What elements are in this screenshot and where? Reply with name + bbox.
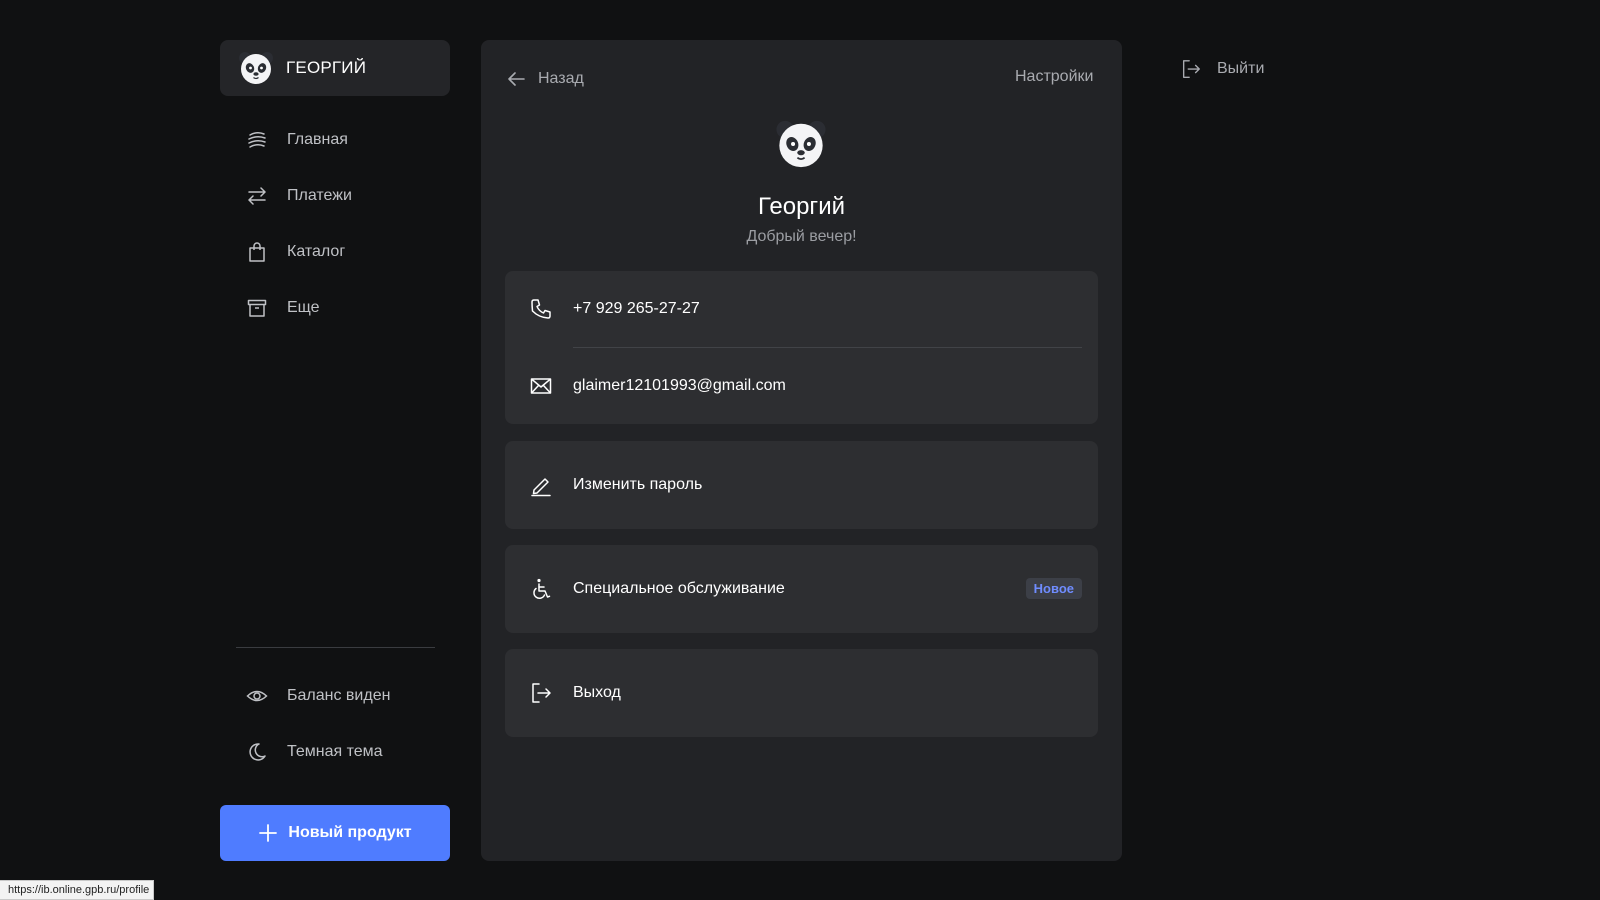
mail-icon: [530, 378, 552, 394]
home-waves-icon: [248, 131, 266, 148]
panda-avatar-icon: [776, 120, 826, 168]
dark-theme-toggle[interactable]: Темная тема: [220, 724, 450, 780]
panda-avatar-icon: [239, 52, 273, 84]
logout-icon: [1182, 60, 1200, 78]
sidebar-item-payments[interactable]: Платежи: [220, 168, 450, 224]
shopping-bag-icon: [249, 242, 265, 262]
greeting-text: Добрый вечер!: [746, 228, 857, 245]
new-product-label: Новый продукт: [288, 824, 412, 841]
logout-icon: [532, 683, 551, 703]
new-product-button[interactable]: Новый продукт: [220, 805, 450, 861]
logout-button[interactable]: Выйти: [1180, 56, 1264, 82]
balance-visibility-toggle[interactable]: Баланс виден: [220, 668, 450, 724]
special-service-card: Специальное обслуживание Новое: [505, 545, 1098, 633]
accessibility-wheelchair-icon: [533, 578, 551, 599]
new-badge: Новое: [1025, 578, 1082, 599]
sidebar-item-home[interactable]: Главная: [220, 112, 450, 168]
user-profile-chip[interactable]: ГЕОРГИЙ: [220, 40, 450, 96]
phone-icon: [531, 299, 551, 319]
logout-label: Выйти: [1217, 60, 1265, 77]
sidebar-item-label: Главная: [287, 131, 348, 148]
change-password-label: Изменить пароль: [573, 476, 703, 493]
user-name: ГЕОРГИЙ: [286, 58, 367, 77]
contacts-card: +7 929 265-27-27 glaimer12101993@gmail.c…: [505, 271, 1098, 424]
special-service-label: Специальное обслуживание: [573, 580, 785, 597]
exit-button[interactable]: Выход: [505, 649, 1098, 737]
settings-link[interactable]: Настройки: [1015, 68, 1093, 86]
special-service-button[interactable]: Специальное обслуживание: [505, 545, 1098, 633]
email-row[interactable]: glaimer12101993@gmail.com: [505, 348, 1098, 424]
sidebar-item-label: Платежи: [287, 187, 352, 204]
change-password-card: Изменить пароль: [505, 441, 1098, 529]
arrow-left-icon: [508, 72, 525, 86]
eye-icon: [246, 690, 268, 702]
back-button[interactable]: Назад: [506, 66, 584, 92]
archive-box-icon: [247, 299, 267, 317]
pencil-icon: [531, 478, 551, 497]
status-bar-url: https://ib.online.gpb.ru/profile: [0, 880, 155, 900]
phone-value: +7 929 265-27-27: [573, 300, 700, 317]
sidebar-toggle-label: Темная тема: [287, 743, 383, 760]
phone-row[interactable]: +7 929 265-27-27: [505, 271, 1098, 347]
sidebar-divider: [236, 647, 435, 648]
sidebar-item-label: Каталог: [287, 243, 346, 260]
exit-card: Выход: [505, 649, 1098, 737]
profile-name: Георгий: [758, 193, 845, 220]
sidebar-item-label: Еще: [287, 299, 320, 316]
sidebar-item-catalog[interactable]: Каталог: [220, 224, 450, 280]
moon-icon: [249, 743, 266, 761]
change-password-button[interactable]: Изменить пароль: [505, 441, 1098, 529]
exit-label: Выход: [573, 684, 621, 701]
back-label: Назад: [538, 70, 584, 87]
plus-icon: [259, 824, 278, 842]
sidebar-toggle-label: Баланс виден: [287, 687, 391, 704]
sidebar-item-more[interactable]: Еще: [220, 280, 450, 336]
email-value: glaimer12101993@gmail.com: [573, 377, 786, 394]
sidebar-nav: Главная Платежи Каталог Еще: [220, 112, 450, 336]
sidebar-toggles: Баланс виден Темная тема: [220, 668, 450, 780]
transfer-arrows-icon: [248, 187, 266, 205]
